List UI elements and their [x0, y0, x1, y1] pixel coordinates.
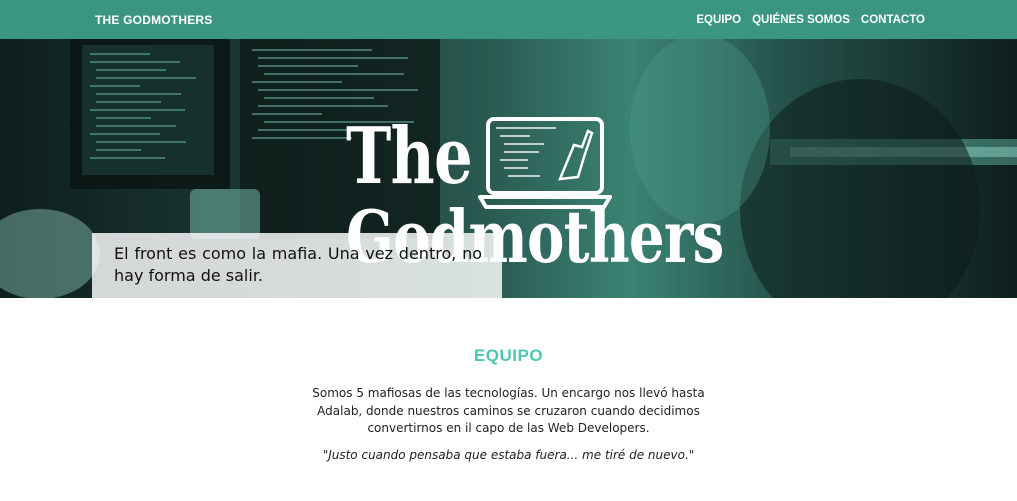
hero-quote: El front es como la mafia. Una vez dentr… — [114, 244, 482, 285]
main-nav: EQUIPO QUIÉNES SOMOS CONTACTO — [696, 14, 925, 26]
hero-quote-box: El front es como la mafia. Una vez dentr… — [92, 233, 502, 298]
laptop-icon — [478, 117, 612, 209]
section-title-equipo: EQUIPO — [473, 346, 544, 365]
brand-link[interactable]: THE GODMOTHERS — [95, 13, 212, 27]
nav-quienes-somos[interactable]: QUIÉNES SOMOS — [752, 14, 850, 26]
equipo-quote: "Justo cuando pensaba que estaba fuera..… — [322, 448, 695, 462]
logo-text-the: The — [346, 111, 473, 202]
nav-contacto[interactable]: CONTACTO — [861, 14, 925, 26]
hero-banner: The Godmothers El front es como la mafia… — [0, 39, 1017, 298]
top-navbar: THE GODMOTHERS EQUIPO QUIÉNES SOMOS CONT… — [0, 0, 1017, 39]
nav-equipo[interactable]: EQUIPO — [696, 14, 741, 26]
equipo-description: Somos 5 mafiosas de las tecnologías. Un … — [312, 386, 705, 435]
